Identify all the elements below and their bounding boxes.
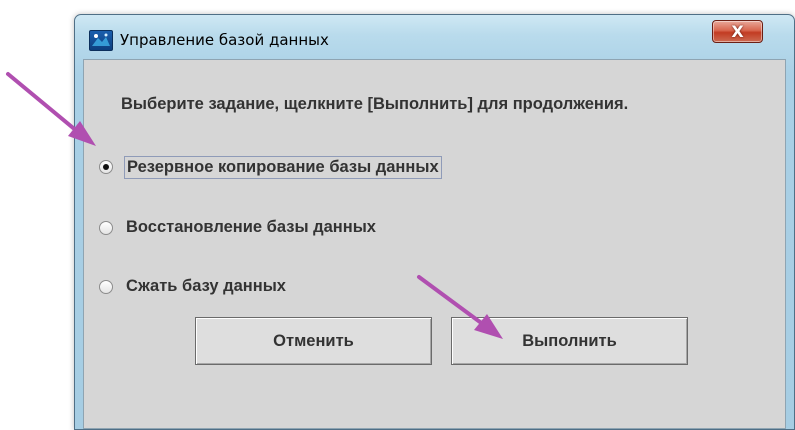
app-icon: [89, 30, 113, 51]
radio-button-compress[interactable]: [99, 280, 113, 294]
close-icon: X: [731, 22, 744, 41]
dialog-window: Управление базой данных X Выберите задан…: [74, 14, 795, 430]
option-compress-label[interactable]: Сжать базу данных: [124, 276, 288, 297]
option-backup-label[interactable]: Резервное копирование базы данных: [124, 156, 442, 179]
close-button[interactable]: X: [712, 20, 763, 43]
window-title: Управление базой данных: [120, 31, 329, 49]
cancel-button[interactable]: Отменить: [195, 317, 432, 365]
instruction-text: Выберите задание, щелкните [Выполнить] д…: [121, 95, 629, 113]
radio-button-restore[interactable]: [99, 221, 113, 235]
execute-button[interactable]: Выполнить: [451, 317, 688, 365]
option-restore-label[interactable]: Восстановление базы данных: [124, 217, 378, 238]
radio-button-backup[interactable]: [99, 160, 113, 174]
radio-selected-dot: [103, 164, 109, 170]
dialog-content: Выберите задание, щелкните [Выполнить] д…: [83, 59, 786, 429]
